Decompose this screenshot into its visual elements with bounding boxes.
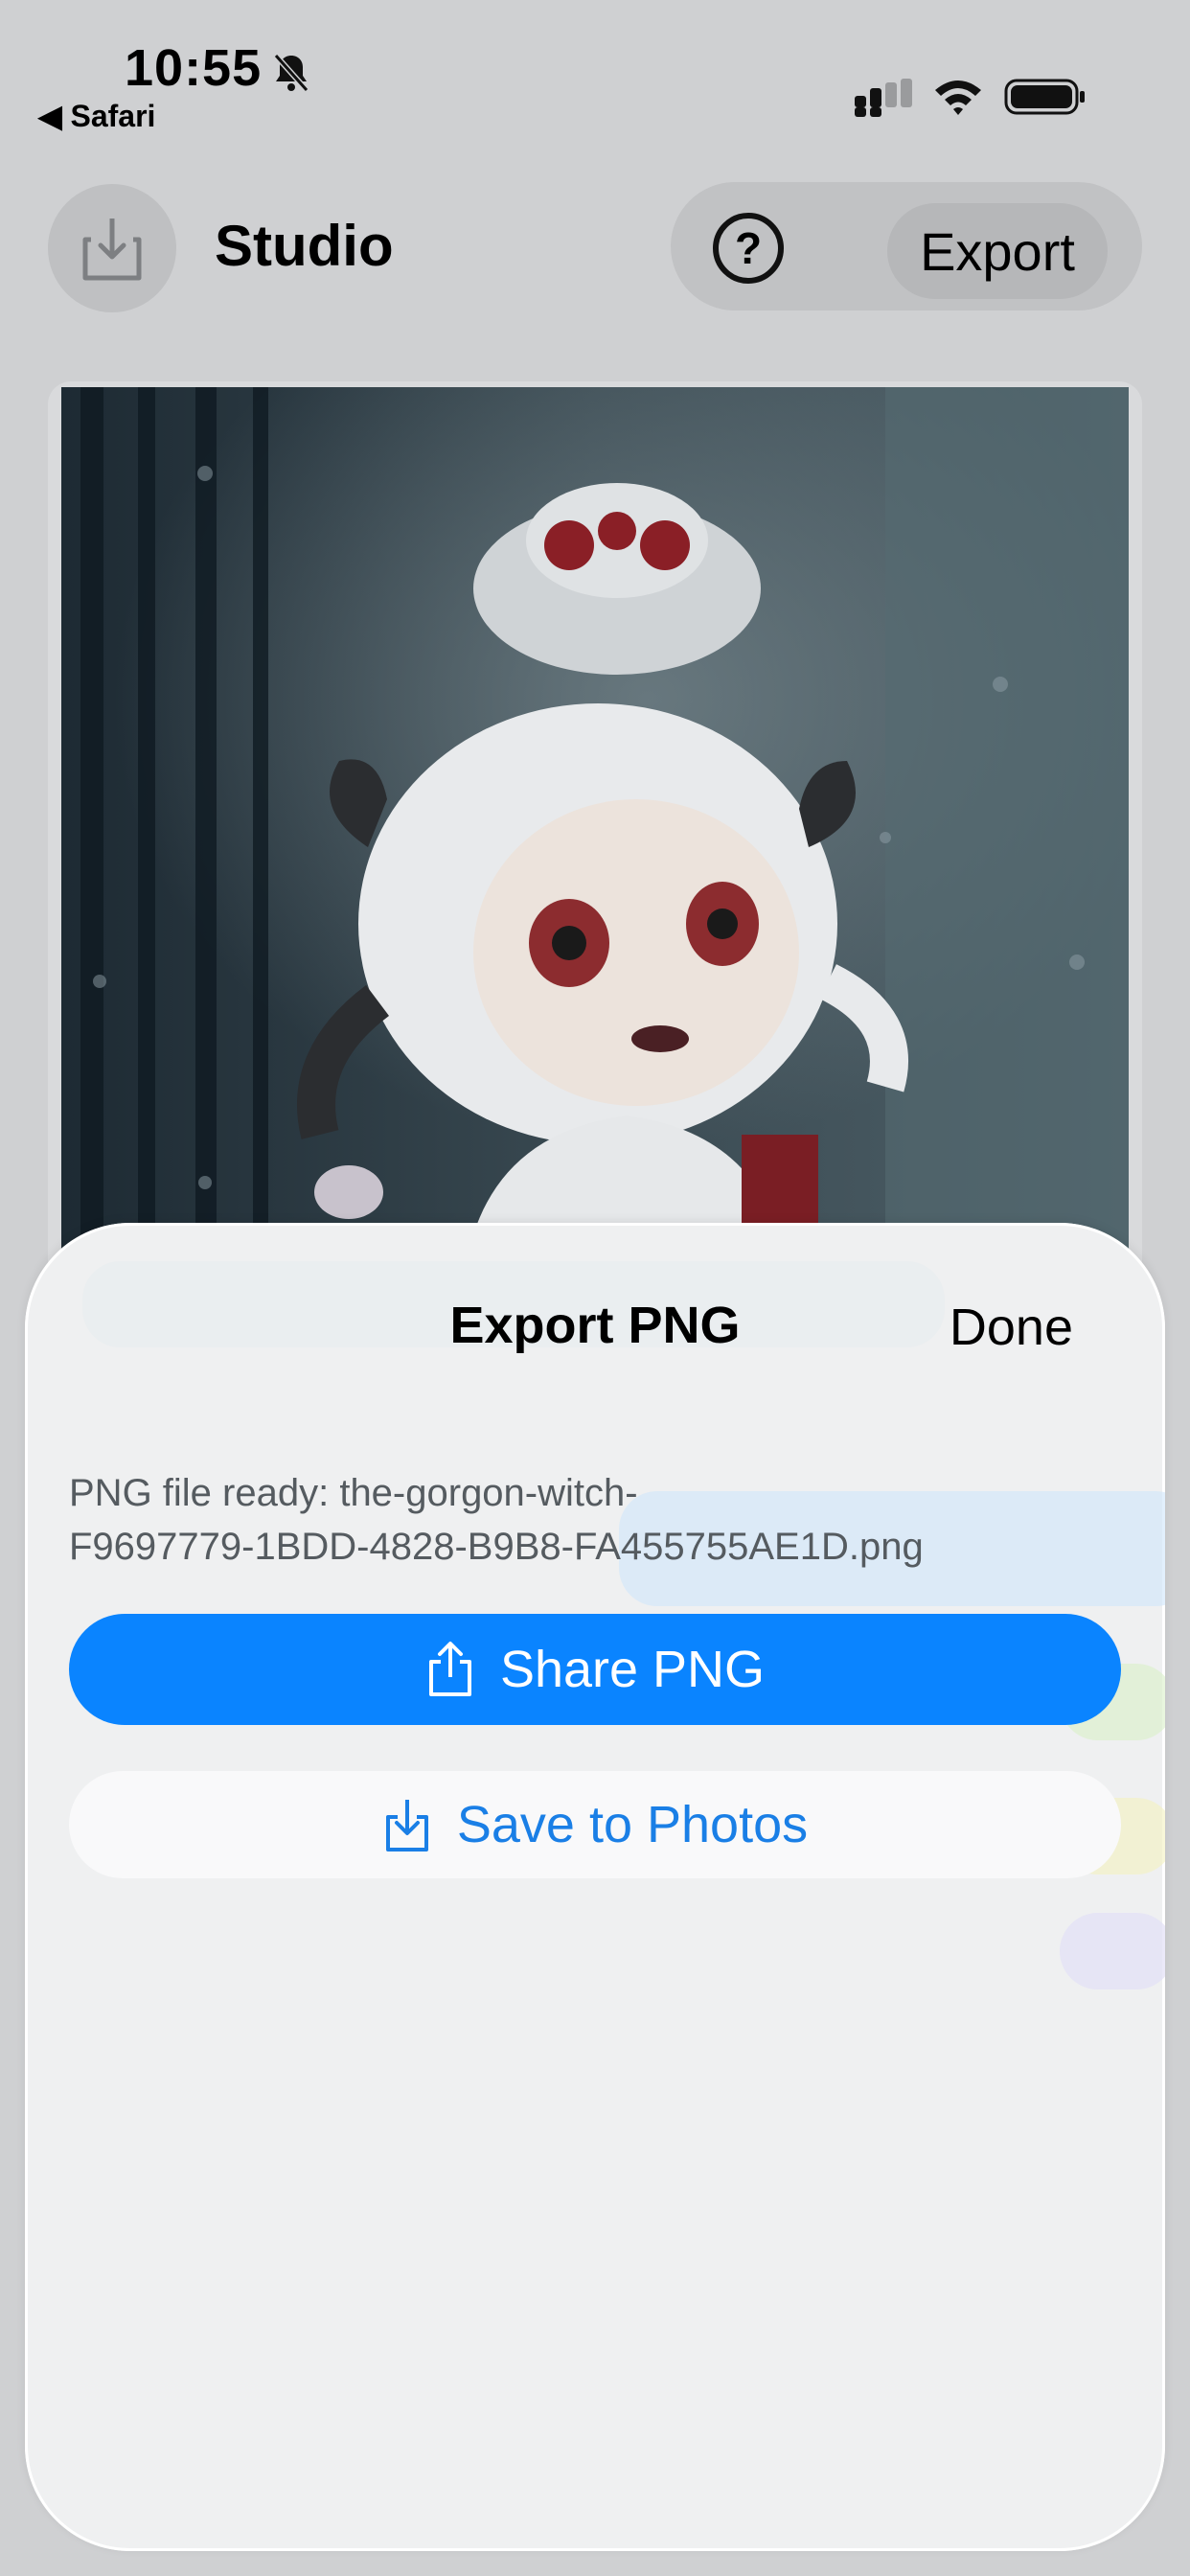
- file-ready-text: PNG file ready: the-gorgon-witch- F96977…: [69, 1466, 1123, 1574]
- status-time: 10:55: [125, 39, 263, 97]
- wifi-icon: [935, 80, 981, 115]
- help-button[interactable]: ?: [713, 213, 784, 284]
- file-ready-line-1: PNG file ready: the-gorgon-witch-: [69, 1472, 638, 1514]
- back-app-label: Safari: [70, 99, 156, 133]
- share-png-label: Share PNG: [499, 1641, 766, 1698]
- question-circle-icon: ?: [734, 223, 763, 273]
- share-png-button[interactable]: Share PNG: [69, 1614, 1121, 1725]
- battery-icon: [1004, 79, 1085, 115]
- export-button[interactable]: Export: [887, 203, 1108, 299]
- import-tray-icon: [82, 218, 142, 281]
- import-button[interactable]: [48, 184, 176, 312]
- page-title: Studio: [215, 214, 394, 278]
- bell-slash-icon: [273, 54, 309, 92]
- save-to-photos-label: Save to Photos: [456, 1796, 809, 1853]
- save-download-icon: [385, 1800, 428, 1852]
- bg-tint: [1060, 1913, 1165, 1990]
- back-to-safari[interactable]: ◀ Safari: [38, 98, 155, 134]
- avatar-artwork: [61, 387, 1129, 1278]
- done-button[interactable]: Done: [950, 1298, 1073, 1357]
- save-to-photos-button[interactable]: Save to Photos: [69, 1771, 1121, 1878]
- file-ready-line-2: F9697779-1BDD-4828-B9B8-FA455755AE1D.png: [69, 1526, 924, 1568]
- cellular-signal-icon: [855, 79, 912, 117]
- export-sheet: Export PNG Done PNG file ready: the-gorg…: [25, 1223, 1165, 2551]
- share-icon: [428, 1642, 471, 1696]
